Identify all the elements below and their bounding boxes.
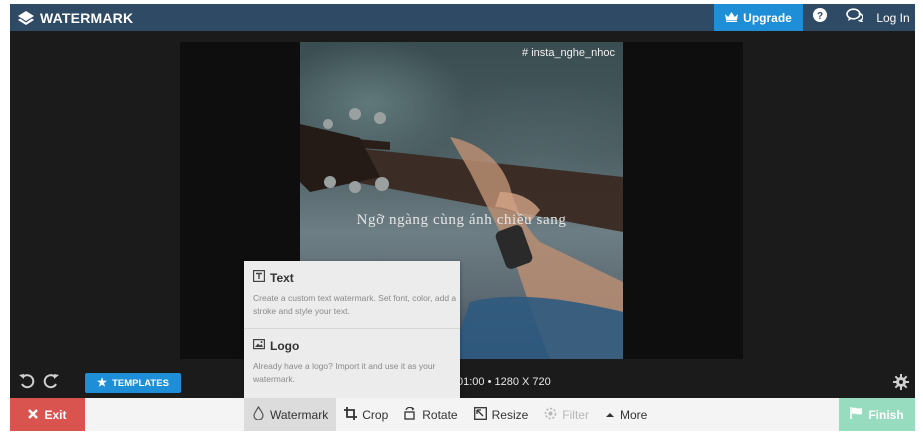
tool-filter[interactable]: Filter [536, 398, 597, 431]
tool-watermark-label: Watermark [270, 407, 329, 422]
tool-watermark[interactable]: Watermark [244, 398, 337, 431]
filter-icon [544, 407, 557, 423]
menu-item-text-label: Text [270, 270, 294, 285]
upgrade-button[interactable]: Upgrade [714, 4, 803, 31]
resize-icon [473, 406, 487, 423]
watermark-text-top[interactable]: # insta_nghe_nhoc [522, 47, 615, 59]
editor-app: WATERMARK Upgrade ? Log In # insta_nghe_… [10, 4, 915, 431]
menu-item-logo-description: Already have a logo? Import it and use i… [253, 361, 436, 384]
settings-button[interactable] [893, 374, 909, 390]
brand-name: WATERMARK [40, 9, 134, 26]
bottom-toolbar: Exit Watermark Crop Rotate Resize Filter… [10, 398, 915, 431]
finish-label: Finish [868, 407, 904, 422]
menu-item-logo[interactable]: Logo Already have a logo? Import it and … [244, 329, 460, 398]
rotate-icon [404, 406, 417, 423]
tool-more[interactable]: More [597, 398, 655, 431]
help-button[interactable]: ? [803, 4, 837, 31]
redo-button[interactable] [42, 372, 60, 390]
tool-filter-label: Filter [562, 407, 589, 422]
templates-label: TEMPLATES [112, 377, 169, 389]
watermark-logo-icon [18, 10, 34, 25]
menu-item-text[interactable]: Text Create a custom text watermark. Set… [244, 261, 460, 329]
image-icon [253, 338, 266, 353]
top-nav: Upgrade ? Log In [714, 4, 915, 31]
exit-label: Exit [44, 407, 67, 422]
menu-item-text-description: Create a custom text watermark. Set font… [253, 293, 457, 316]
svg-text:?: ? [817, 11, 823, 22]
tool-tabs: Watermark Crop Rotate Resize Filter More [244, 398, 655, 431]
login-link[interactable]: Log In [871, 4, 915, 31]
tool-rotate[interactable]: Rotate [396, 398, 465, 431]
tool-rotate-label: Rotate [422, 407, 458, 422]
tool-crop-label: Crop [362, 407, 389, 422]
brand-logo[interactable]: WATERMARK [18, 4, 133, 31]
help-icon: ? [813, 8, 827, 27]
close-icon [28, 408, 39, 422]
exit-button[interactable]: Exit [10, 398, 85, 431]
menu-item-logo-label: Logo [270, 338, 300, 353]
tool-crop[interactable]: Crop [336, 398, 396, 431]
feedback-button[interactable] [837, 4, 871, 31]
redo-icon [42, 374, 60, 394]
menu-item-text-title: Text [253, 270, 294, 285]
file-info: 01:00 • 1280 X 720 [457, 376, 551, 388]
watermark-type-menu: Text Create a custom text watermark. Set… [244, 261, 460, 398]
undo-button[interactable] [18, 372, 36, 390]
watermark-icon [252, 405, 265, 423]
flag-icon [850, 407, 863, 422]
star-icon [97, 376, 108, 390]
crown-icon [725, 11, 739, 25]
gear-icon [893, 374, 909, 394]
tool-resize[interactable]: Resize [466, 398, 537, 431]
text-box-icon [253, 270, 266, 285]
finish-button[interactable]: Finish [839, 398, 915, 431]
undo-icon [18, 374, 36, 394]
top-bar: WATERMARK Upgrade ? Log In [10, 4, 915, 31]
upgrade-label: Upgrade [743, 10, 792, 25]
menu-item-logo-title: Logo [253, 338, 299, 353]
caret-up-icon [605, 408, 615, 422]
crop-icon [344, 406, 358, 423]
watermark-text-center[interactable]: Ngỡ ngàng cùng ánh chiều sang [300, 212, 623, 229]
templates-button[interactable]: TEMPLATES [85, 373, 181, 393]
chat-bubbles-icon [845, 8, 864, 27]
tool-more-label: More [619, 407, 648, 422]
tool-resize-label: Resize [491, 407, 529, 422]
